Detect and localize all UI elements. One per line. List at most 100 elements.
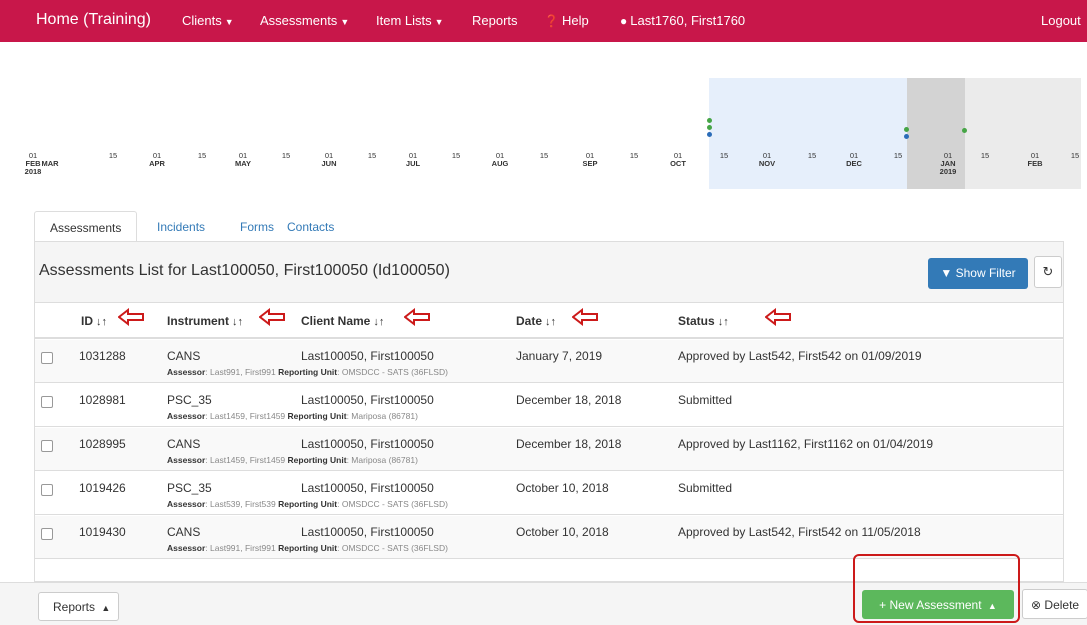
row-checkbox[interactable] (41, 484, 53, 496)
col-status[interactable]: Status ↓↑ (678, 314, 729, 328)
timeline-tick-label: 15 (893, 151, 903, 160)
row-date: October 10, 2018 (516, 525, 609, 539)
col-instrument[interactable]: Instrument ↓↑ (167, 314, 243, 328)
nav-assessments[interactable]: Assessments ▼ (260, 13, 349, 28)
row-client-name: Last100050, First100050 (301, 393, 434, 407)
reports-button[interactable]: Reports ▲ (38, 592, 119, 621)
row-status: Approved by Last542, First542 on 11/05/2… (678, 525, 921, 539)
reporting-unit-label: Reporting Unit (278, 367, 338, 377)
timeline-tick-label: 01 JAN 2019 (939, 151, 957, 176)
row-id[interactable]: 1028981 (79, 393, 126, 407)
timeline-tick-label: 15 (197, 151, 207, 160)
nav-item-lists[interactable]: Item Lists ▼ (376, 13, 444, 28)
tab-assessments[interactable]: Assessments (34, 211, 138, 242)
row-status: Submitted (678, 393, 733, 407)
row-checkbox[interactable] (41, 440, 53, 452)
timeline-tick-label: 15 (629, 151, 639, 160)
delete-circle-icon: ⊗ (1031, 598, 1042, 612)
timeline-event-dot[interactable] (904, 134, 909, 139)
col-client-name[interactable]: Client Name ↓↑ (301, 314, 384, 328)
panel-heading: Assessments List for Last100050, First10… (35, 242, 1063, 303)
logout-link[interactable]: Logout (1041, 13, 1081, 28)
row-id[interactable]: 1019430 (79, 525, 126, 539)
nav-clients-label: Clients (182, 13, 222, 28)
row-client-name: Last100050, First100050 (301, 349, 434, 363)
timeline-tick-label: 01 MAY (235, 151, 251, 168)
caret-down-icon: ▼ (224, 17, 234, 27)
table-row[interactable]: 1019426 PSC_35 Last100050, First100050 Octo… (35, 472, 1063, 515)
timeline-event-dot[interactable] (904, 127, 909, 132)
caret-down-icon: ▼ (340, 17, 350, 27)
row-instrument: CANS (167, 349, 201, 363)
refresh-button[interactable]: ↻ (1034, 256, 1062, 288)
timeline-tick-label: 15 (281, 151, 291, 160)
col-id-label: ID (81, 314, 93, 328)
timeline-tick-label: 15 (1070, 151, 1080, 160)
row-id[interactable]: 1028995 (79, 437, 126, 451)
timeline-tick-label: 01 JUL (405, 151, 421, 168)
nav-user[interactable]: ● Last1760, First1760 (620, 13, 745, 28)
assessor-name: Last1459, First1459 (210, 411, 286, 421)
row-checkbox[interactable] (41, 528, 53, 540)
row-client-name: Last100050, First100050 (301, 437, 434, 451)
delete-button[interactable]: ⊗ Delete (1022, 589, 1087, 619)
nav-reports[interactable]: Reports (472, 13, 518, 28)
tab-contacts[interactable]: Contacts (272, 211, 349, 242)
row-client-name: Last100050, First100050 (301, 481, 434, 495)
table-row[interactable]: 1028981 PSC_35 Last100050, First100050 Dece… (35, 384, 1063, 427)
table-row[interactable]: 1031288 CANS Last100050, First100050 Januar… (35, 340, 1063, 383)
col-status-label: Status (678, 314, 715, 328)
question-circle-icon: ❓ (544, 14, 559, 28)
reporting-unit-label: Reporting Unit (278, 499, 338, 509)
nav-assessments-label: Assessments (260, 13, 338, 28)
assessor-label: Assessor (167, 411, 206, 421)
timeline-tick-label: 15 (980, 151, 990, 160)
tab-incidents[interactable]: Incidents (142, 211, 220, 242)
new-assessment-button[interactable]: + New Assessment ▲ (862, 590, 1014, 619)
table-row[interactable]: 1028995 CANS Last100050, First100050 Decemb… (35, 428, 1063, 471)
assessor-label: Assessor (167, 543, 206, 553)
col-instrument-label: Instrument (167, 314, 230, 328)
timeline-tick-label: 01 NOV (758, 151, 776, 168)
col-id[interactable]: ID ↓↑ (81, 314, 107, 328)
timeline-tick-label: 01 SEP (582, 151, 598, 168)
row-checkbox[interactable] (41, 352, 53, 364)
row-date: December 18, 2018 (516, 437, 622, 451)
row-checkbox[interactable] (41, 396, 53, 408)
timeline-event-dot[interactable] (962, 128, 967, 133)
row-assessor-info: Assessor: Last991, First991 Reporting Un… (167, 543, 448, 553)
tab-bar: Assessments Incidents Forms Contacts (34, 211, 1054, 242)
show-filter-button[interactable]: ▼ Show Filter (928, 258, 1028, 289)
row-status: Submitted (678, 481, 733, 495)
row-id[interactable]: 1019426 (79, 481, 126, 495)
annotation-arrow-icon (118, 308, 144, 326)
top-navbar: Home (Training) Clients ▼ Assessments ▼ It… (0, 0, 1087, 42)
col-date[interactable]: Date ↓↑ (516, 314, 556, 328)
timeline-tick-label: 01 FEB 2018 (24, 151, 42, 176)
panel-title: Assessments List for Last100050, First10… (39, 262, 450, 279)
timeline-event-dot[interactable] (707, 132, 712, 137)
timeline-event-dot[interactable] (707, 125, 712, 130)
delete-label: Delete (1044, 598, 1080, 612)
show-filter-label: Show Filter (955, 266, 1016, 280)
table-header: ID ↓↑ Instrument ↓↑ Client Name ↓↑ Date ↓↑ S… (35, 303, 1063, 339)
assessor-name: Last539, First539 (210, 499, 276, 509)
nav-brand[interactable]: Home (Training) (36, 11, 151, 29)
table-row[interactable]: 1019430 CANS Last100050, First100050 Octobe… (35, 516, 1063, 559)
reporting-unit-value: Mariposa (86781) (351, 455, 418, 465)
nav-help[interactable]: ❓ Help (544, 13, 589, 28)
assessments-panel: Assessments List for Last100050, First10… (34, 241, 1064, 582)
assessor-name: Last1459, First1459 (210, 455, 286, 465)
timeline-tick-label: MAR (41, 159, 59, 168)
sort-icon: ↓↑ (373, 316, 385, 328)
annotation-arrow-icon (572, 308, 598, 326)
timeline-tick-label: 15 (108, 151, 118, 160)
row-id[interactable]: 1031288 (79, 349, 126, 363)
row-assessor-info: Assessor: Last1459, First1459 Reporting … (167, 411, 418, 421)
reporting-unit-value: OMSDCC - SATS (36FLSD) (341, 543, 448, 553)
annotation-arrow-icon (404, 308, 430, 326)
refresh-icon: ↻ (1042, 264, 1054, 279)
assessment-timeline[interactable]: 01 FEB 2018 MAR 15 01 APR 15 01 MAY 15 01 JUN 15 01 JU… (0, 42, 1087, 197)
nav-clients[interactable]: Clients ▼ (182, 13, 234, 28)
timeline-event-dot[interactable] (707, 118, 712, 123)
